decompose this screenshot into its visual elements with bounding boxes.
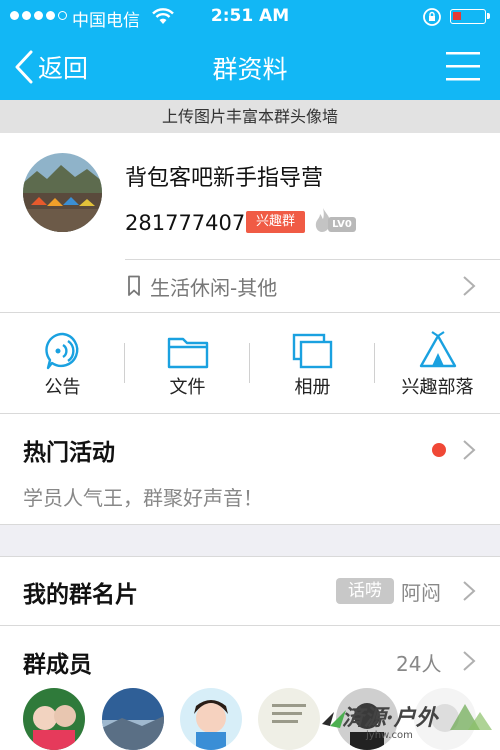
member-avatar[interactable] — [414, 688, 476, 750]
member-avatar[interactable] — [258, 688, 320, 750]
unread-dot — [432, 443, 446, 457]
announcement-icon — [44, 332, 78, 370]
back-button[interactable]: 返回 — [14, 47, 88, 87]
interest-group-badge: 兴趣群 — [246, 211, 305, 233]
album-button[interactable]: 相册 — [250, 313, 375, 413]
divider — [249, 343, 250, 383]
action-label: 兴趣部落 — [401, 377, 474, 398]
folder-icon — [167, 337, 208, 369]
album-icon — [292, 333, 332, 369]
talkative-badge: 话唠 — [336, 578, 394, 604]
member-count: 24人 — [396, 652, 442, 676]
member-avatar[interactable] — [102, 688, 164, 750]
status-bar: 中国电信 2:51 AM — [0, 0, 500, 33]
member-avatar[interactable] — [23, 688, 85, 750]
upload-photo-banner[interactable]: 上传图片丰富本群头像墙 — [0, 100, 500, 133]
rotation-lock-icon — [423, 8, 441, 26]
group-category-row[interactable]: 生活休闲-其他 — [0, 260, 500, 312]
menu-icon[interactable] — [446, 51, 480, 81]
group-category: 生活休闲-其他 — [150, 276, 278, 300]
group-avatar-image — [23, 153, 102, 232]
member-avatar[interactable] — [180, 688, 242, 750]
group-members-title: 群成员 — [23, 652, 92, 678]
level-label: LV0 — [328, 217, 356, 232]
chevron-right-icon — [463, 651, 476, 671]
level-badge: LV0 — [314, 207, 358, 235]
announcement-button[interactable]: 公告 — [0, 313, 125, 413]
interest-tribe-button[interactable]: 兴趣部落 — [375, 313, 500, 413]
group-id: 281777407 — [125, 211, 246, 235]
hot-activity-row[interactable]: 热门活动 学员人气王，群聚好声音！ — [0, 414, 500, 524]
tent-icon — [419, 331, 456, 368]
group-name: 背包客吧新手指导营 — [125, 166, 324, 191]
my-group-card-row[interactable]: 我的群名片 话唠 阿闷 — [0, 557, 500, 625]
files-button[interactable]: 文件 — [125, 313, 250, 413]
group-actions: 公告 文件 相册 兴趣部落 — [0, 313, 500, 413]
divider — [124, 343, 125, 383]
chevron-left-icon — [15, 50, 33, 84]
nav-bar: 返回 群资料 — [0, 33, 500, 100]
divider — [374, 343, 375, 383]
action-label: 相册 — [294, 377, 331, 398]
divider — [0, 524, 500, 525]
hot-activity-title: 热门活动 — [23, 440, 115, 466]
action-label: 公告 — [44, 377, 81, 398]
action-label: 文件 — [169, 377, 206, 398]
hot-activity-subtitle: 学员人气王，群聚好声音！ — [23, 486, 263, 510]
back-label: 返回 — [38, 54, 89, 83]
battery-icon — [450, 9, 490, 24]
chevron-right-icon — [463, 581, 476, 601]
my-group-card-title: 我的群名片 — [23, 582, 138, 608]
chevron-right-icon — [463, 440, 476, 460]
chevron-right-icon — [463, 276, 476, 296]
my-nickname: 阿闷 — [401, 581, 441, 605]
bookmark-icon — [128, 275, 140, 296]
group-avatar[interactable] — [23, 153, 102, 232]
member-avatar[interactable] — [336, 688, 398, 750]
